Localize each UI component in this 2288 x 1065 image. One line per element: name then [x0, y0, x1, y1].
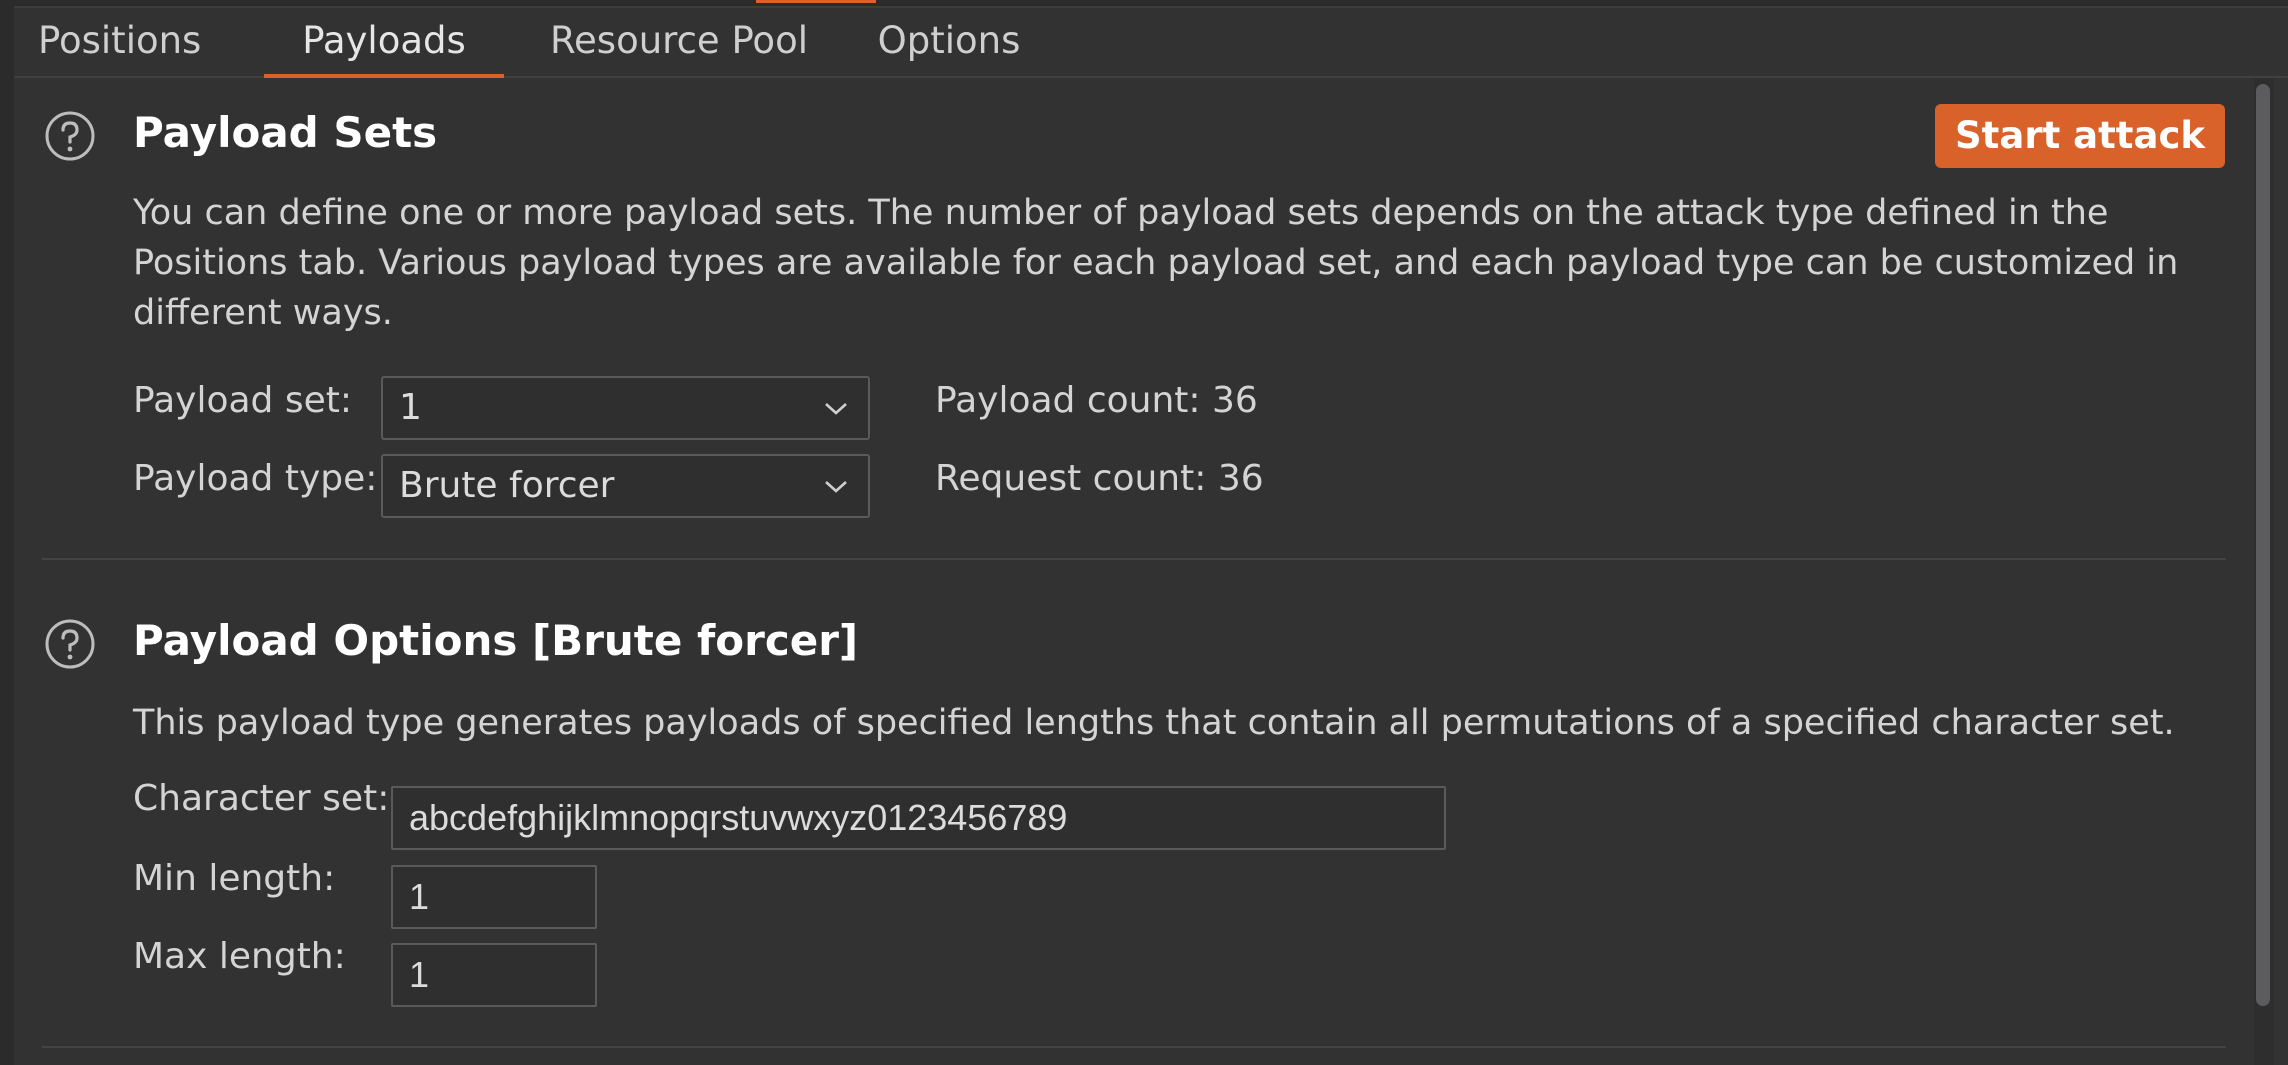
request-count-value: 36 [1217, 458, 1264, 499]
max-length-input[interactable] [391, 943, 597, 1007]
description-line: You can define one or more payload sets.… [133, 193, 2109, 233]
tab-label: Resource Pool [550, 19, 808, 62]
payload-type-value: Brute forcer [399, 465, 615, 506]
payload-type-dropdown[interactable]: Brute forcer [381, 454, 870, 518]
tab-label: Positions [38, 19, 202, 62]
tab-label: Payloads [302, 19, 466, 62]
description-line: different ways. [133, 293, 393, 333]
tab-label: Options [877, 19, 1021, 62]
tab-payloads[interactable]: Payloads [264, 8, 504, 78]
payloads-content: Payload Sets Start attack You can define… [14, 78, 2254, 1065]
chevron-down-icon [825, 481, 847, 493]
payload-set-dropdown[interactable]: 1 [381, 376, 870, 440]
request-count-display: Request count: 36 [935, 458, 1264, 499]
min-length-input[interactable] [391, 865, 597, 929]
intruder-panel: Positions Payloads Resource Pool Options… [0, 0, 2288, 1065]
left-gutter [0, 0, 14, 1065]
payload-sets-title: Payload Sets [133, 108, 438, 157]
max-length-label: Max length: [133, 936, 346, 977]
payload-options-description: This payload type generates payloads of … [133, 703, 2175, 743]
payload-count-value: 36 [1212, 380, 1258, 421]
payload-type-label: Payload type: [133, 458, 378, 499]
payload-options-title: Payload Options [Brute forcer] [133, 616, 859, 665]
scrollbar-thumb[interactable] [2256, 84, 2270, 1006]
request-count-label: Request count: [935, 458, 1207, 499]
payload-sets-description: You can define one or more payload sets.… [133, 188, 2213, 338]
section-divider [42, 1046, 2226, 1048]
section-divider [42, 558, 2226, 560]
payload-count-label: Payload count: [935, 380, 1201, 421]
tab-bar: Positions Payloads Resource Pool Options [14, 8, 2288, 78]
tab-positions[interactable]: Positions [38, 8, 201, 76]
payload-set-value: 1 [399, 387, 422, 428]
top-strip [14, 0, 2288, 8]
min-length-label: Min length: [133, 858, 336, 899]
chevron-down-icon [825, 403, 847, 415]
tab-options[interactable]: Options [874, 8, 1024, 76]
start-attack-button[interactable]: Start attack [1935, 104, 2225, 168]
help-icon[interactable] [44, 110, 96, 162]
character-set-input[interactable] [391, 786, 1446, 850]
top-accent-bar [756, 0, 876, 3]
payload-count-display: Payload count: 36 [935, 380, 1258, 421]
tab-resource-pool[interactable]: Resource Pool [544, 8, 814, 76]
help-icon[interactable] [44, 618, 96, 670]
description-line: Positions tab. Various payload types are… [133, 243, 2179, 283]
payload-set-label: Payload set: [133, 380, 352, 421]
character-set-label: Character set: [133, 778, 390, 819]
